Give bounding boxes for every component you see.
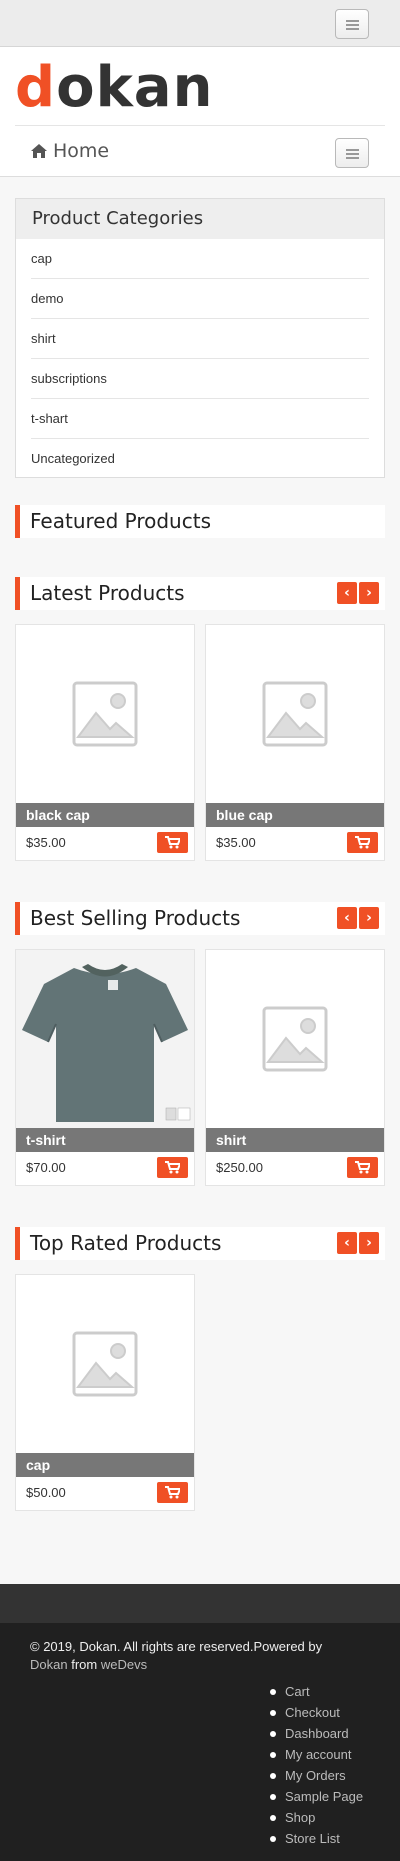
- product-price: $70.00: [26, 1160, 66, 1175]
- product-image[interactable]: [16, 950, 194, 1128]
- add-to-cart-button[interactable]: [157, 1157, 188, 1178]
- latest-slider-nav: ‹ ›: [337, 582, 379, 604]
- product-image[interactable]: [206, 625, 384, 803]
- category-item-shirt[interactable]: shirt: [31, 319, 369, 359]
- product-card[interactable]: blue cap $35.00: [205, 624, 385, 861]
- image-placeholder-icon: [262, 1006, 328, 1072]
- category-item-t-shart[interactable]: t-shart: [31, 399, 369, 439]
- copyright-text: © 2019, Dokan. All rights are reserved.P…: [30, 1639, 323, 1672]
- prev-arrow-icon[interactable]: ‹: [337, 907, 357, 929]
- product-price: $250.00: [216, 1160, 263, 1175]
- category-item-demo[interactable]: demo: [31, 279, 369, 319]
- product-image[interactable]: [16, 625, 194, 803]
- product-card[interactable]: t-shirt $70.00: [15, 949, 195, 1186]
- category-item-cap[interactable]: cap: [31, 239, 369, 279]
- cart-icon: [165, 1486, 180, 1499]
- product-categories-widget: Product Categories cap demo shirt subscr…: [15, 198, 385, 478]
- top-menu-toggle-button[interactable]: [335, 9, 369, 39]
- product-card[interactable]: shirt $250.00: [205, 949, 385, 1186]
- footer-link-checkout[interactable]: Checkout: [269, 1702, 363, 1723]
- add-to-cart-button[interactable]: [157, 832, 188, 853]
- cart-icon: [355, 836, 370, 849]
- product-price: $35.00: [26, 835, 66, 850]
- best-selling-slider-nav: ‹ ›: [337, 907, 379, 929]
- product-name[interactable]: cap: [16, 1453, 194, 1477]
- top-rated-slider-nav: ‹ ›: [337, 1232, 379, 1254]
- nav-home-link[interactable]: Home: [30, 140, 109, 162]
- main-nav-toggle-button[interactable]: [335, 138, 369, 168]
- add-to-cart-button[interactable]: [347, 832, 378, 853]
- product-image[interactable]: [206, 950, 384, 1128]
- image-placeholder-icon: [262, 681, 328, 747]
- footer-menu: Cart Checkout Dashboard My account My Or…: [269, 1681, 363, 1849]
- site-logo[interactable]: dokan: [15, 53, 213, 123]
- footer-link-store-list[interactable]: Store List: [269, 1828, 363, 1849]
- prev-arrow-icon[interactable]: ‹: [337, 1232, 357, 1254]
- home-icon: [31, 144, 47, 158]
- product-name[interactable]: black cap: [16, 803, 194, 827]
- footer-link-cart[interactable]: Cart: [269, 1681, 363, 1702]
- footer-dokan-link[interactable]: Dokan: [30, 1657, 68, 1672]
- product-name[interactable]: t-shirt: [16, 1128, 194, 1152]
- footer-link-shop[interactable]: Shop: [269, 1807, 363, 1828]
- best-selling-products-heading: Best Selling Products ‹ ›: [15, 902, 385, 935]
- top-bar: [0, 0, 400, 47]
- cart-icon: [355, 1161, 370, 1174]
- nav-divider: [15, 125, 385, 126]
- product-image[interactable]: [16, 1275, 194, 1453]
- product-name[interactable]: blue cap: [206, 803, 384, 827]
- image-placeholder-icon: [72, 1331, 138, 1397]
- cart-icon: [165, 1161, 180, 1174]
- footer-wedevs-link[interactable]: weDevs: [101, 1657, 147, 1672]
- next-arrow-icon[interactable]: ›: [359, 582, 379, 604]
- site-header: dokan Home: [0, 47, 400, 177]
- site-footer: © 2019, Dokan. All rights are reserved.P…: [0, 1623, 400, 1861]
- product-card[interactable]: black cap $35.00: [15, 624, 195, 861]
- product-price: $35.00: [216, 835, 256, 850]
- image-placeholder-icon: [72, 681, 138, 747]
- prev-arrow-icon[interactable]: ‹: [337, 582, 357, 604]
- category-item-uncategorized[interactable]: Uncategorized: [31, 439, 369, 479]
- category-item-subscriptions[interactable]: subscriptions: [31, 359, 369, 399]
- featured-products-heading: Featured Products: [15, 505, 385, 538]
- footer-link-dashboard[interactable]: Dashboard: [269, 1723, 363, 1744]
- product-card[interactable]: cap $50.00: [15, 1274, 195, 1511]
- next-arrow-icon[interactable]: ›: [359, 907, 379, 929]
- footer-link-my-orders[interactable]: My Orders: [269, 1765, 363, 1786]
- product-price: $50.00: [26, 1485, 66, 1500]
- next-arrow-icon[interactable]: ›: [359, 1232, 379, 1254]
- footer-link-sample-page[interactable]: Sample Page: [269, 1786, 363, 1807]
- widget-title: Product Categories: [16, 199, 384, 239]
- latest-products-heading: Latest Products ‹ ›: [15, 577, 385, 610]
- footer-widget-area: [0, 1584, 400, 1623]
- cart-icon: [165, 836, 180, 849]
- add-to-cart-button[interactable]: [157, 1482, 188, 1503]
- category-list: cap demo shirt subscriptions t-shart Unc…: [16, 239, 384, 479]
- t-shirt-image: [22, 964, 191, 1122]
- product-name[interactable]: shirt: [206, 1128, 384, 1152]
- top-rated-products-heading: Top Rated Products ‹ ›: [15, 1227, 385, 1260]
- footer-link-my-account[interactable]: My account: [269, 1744, 363, 1765]
- add-to-cart-button[interactable]: [347, 1157, 378, 1178]
